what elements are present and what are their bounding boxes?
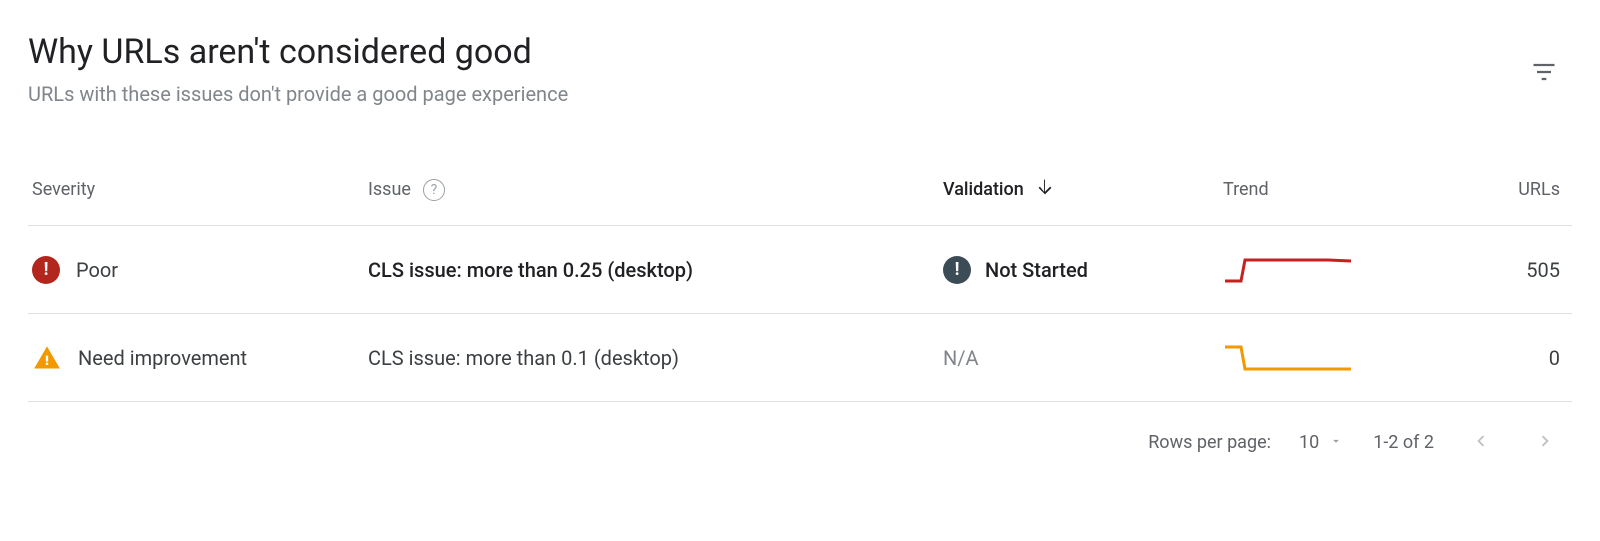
validation-status: N/A — [943, 346, 979, 370]
rows-per-page-select[interactable]: 10 — [1299, 432, 1343, 453]
next-page-button[interactable] — [1528, 424, 1562, 461]
help-icon[interactable]: ? — [423, 179, 445, 201]
col-header-issue[interactable]: Issue — [368, 179, 411, 200]
col-header-validation-label: Validation — [943, 179, 1024, 200]
trend-sparkline — [1223, 255, 1353, 285]
chevron-right-icon — [1534, 440, 1556, 455]
urls-count: 505 — [1526, 258, 1560, 282]
page-subtitle: URLs with these issues don't provide a g… — [28, 82, 1522, 106]
filter-icon — [1530, 58, 1558, 89]
dropdown-icon — [1329, 432, 1343, 453]
table-header: Severity Issue ? Validation Trend URLs — [28, 176, 1572, 226]
col-header-urls[interactable]: URLs — [1518, 179, 1560, 200]
filter-button[interactable] — [1522, 50, 1566, 97]
severity-label: Need improvement — [78, 346, 247, 370]
col-header-trend[interactable]: Trend — [1223, 179, 1269, 200]
issues-table: Severity Issue ? Validation Trend URLs — [28, 176, 1572, 402]
prev-page-button[interactable] — [1464, 424, 1498, 461]
not-started-icon: ! — [943, 256, 971, 284]
urls-count: 0 — [1549, 346, 1560, 370]
table-row[interactable]: ! Poor CLS issue: more than 0.25 (deskto… — [28, 226, 1572, 314]
rows-per-page-value: 10 — [1299, 432, 1319, 453]
error-icon: ! — [32, 256, 60, 284]
col-header-severity[interactable]: Severity — [32, 179, 95, 200]
severity-label: Poor — [76, 258, 118, 282]
page-range: 1-2 of 2 — [1373, 432, 1434, 453]
validation-status: Not Started — [985, 258, 1088, 282]
table-row[interactable]: Need improvement CLS issue: more than 0.… — [28, 314, 1572, 402]
col-header-validation[interactable]: Validation — [943, 176, 1056, 203]
trend-sparkline — [1223, 343, 1353, 373]
page-title: Why URLs aren't considered good — [28, 32, 1522, 72]
sort-descending-icon — [1034, 176, 1056, 203]
chevron-left-icon — [1470, 440, 1492, 455]
rows-per-page-label: Rows per page: — [1148, 432, 1271, 453]
issue-text: CLS issue: more than 0.1 (desktop) — [368, 346, 679, 370]
warning-icon — [32, 344, 62, 372]
table-pagination: Rows per page: 10 1-2 of 2 — [28, 402, 1572, 461]
issue-text: CLS issue: more than 0.25 (desktop) — [368, 258, 693, 282]
